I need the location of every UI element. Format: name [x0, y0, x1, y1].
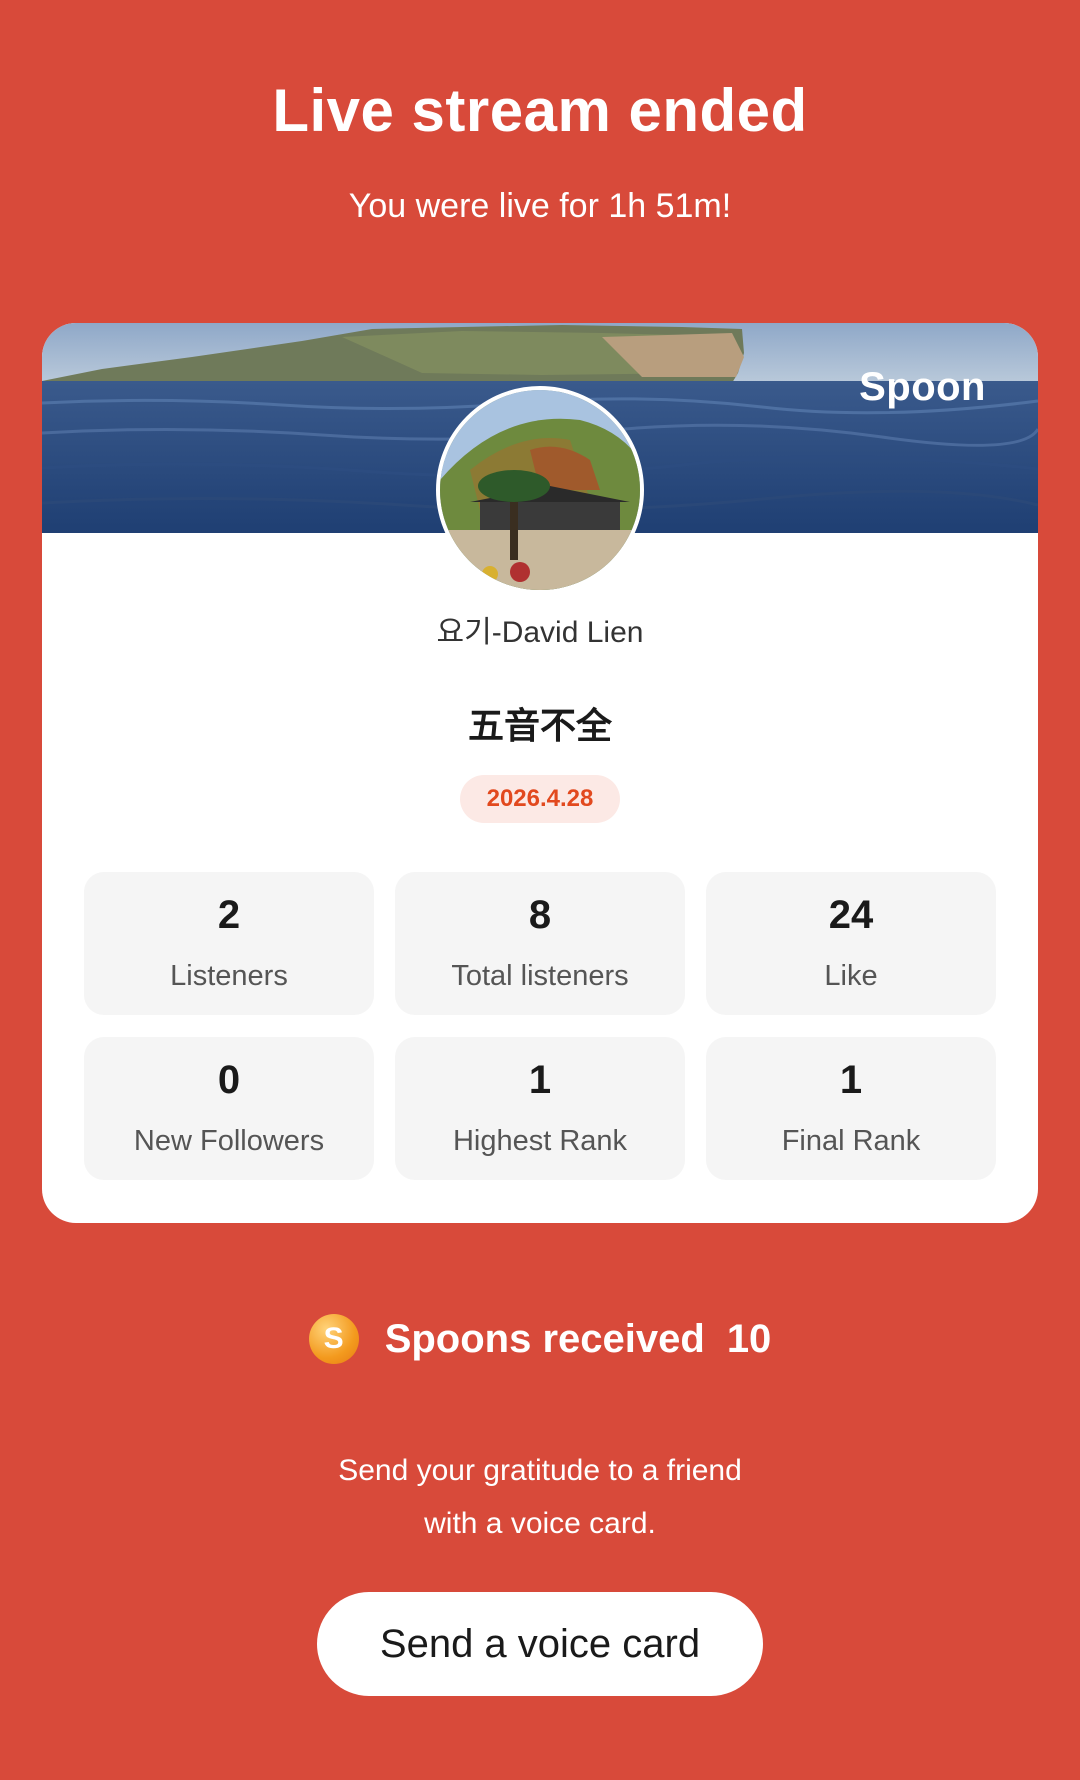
stat-likes: 24 Like: [706, 872, 996, 1015]
spoons-received-label: Spoons received: [384, 1316, 705, 1361]
avatar[interactable]: [436, 386, 644, 594]
voice-card-prompt-line1: Send your gratitude to a friend: [338, 1454, 742, 1487]
stat-value: 1: [839, 1058, 863, 1102]
stat-highest-rank: 1 Highest Rank: [395, 1037, 685, 1180]
spoons-received-row: S Spoons received 10: [0, 1312, 1080, 1366]
spoons-received-count: 10: [726, 1316, 772, 1361]
stat-value: 24: [828, 893, 874, 937]
stat-label: Final Rank: [781, 1125, 921, 1157]
stat-value: 8: [528, 893, 552, 937]
page-title: Live stream ended: [272, 77, 808, 144]
spoon-logo: Spoon: [859, 365, 986, 409]
live-title: 五音不全: [467, 705, 612, 746]
send-voice-card-button[interactable]: Send a voice card: [317, 1592, 763, 1696]
stat-total-listeners: 8 Total listeners: [395, 872, 685, 1015]
stream-summary-card: Spoon 요기-David Lien 五音不全 2026.4.28 2 Lis…: [42, 323, 1038, 1223]
host-name: 요기-David Lien: [436, 616, 644, 649]
stat-label: New Followers: [133, 1125, 325, 1157]
voice-card-prompt: Send your gratitude to a friend with a v…: [0, 1444, 1080, 1550]
stats-grid: 2 Listeners 8 Total listeners 24 Like 0 …: [84, 872, 996, 1180]
stat-label: Total listeners: [451, 960, 629, 992]
date-badge: 2026.4.28: [460, 775, 620, 823]
live-duration-text: You were live for 1h 51m!: [348, 187, 732, 225]
stat-label: Highest Rank: [452, 1125, 628, 1157]
stat-label: Like: [824, 960, 878, 992]
voice-card-prompt-line2: with a voice card.: [424, 1507, 656, 1540]
stat-new-followers: 0 New Followers: [84, 1037, 374, 1180]
spoon-coin-icon: S: [308, 1314, 359, 1364]
stat-value: 2: [217, 893, 241, 937]
stat-value: 0: [217, 1058, 241, 1102]
stat-final-rank: 1 Final Rank: [706, 1037, 996, 1180]
stat-listeners: 2 Listeners: [84, 872, 374, 1015]
stat-label: Listeners: [170, 960, 288, 992]
stat-value: 1: [528, 1058, 552, 1102]
